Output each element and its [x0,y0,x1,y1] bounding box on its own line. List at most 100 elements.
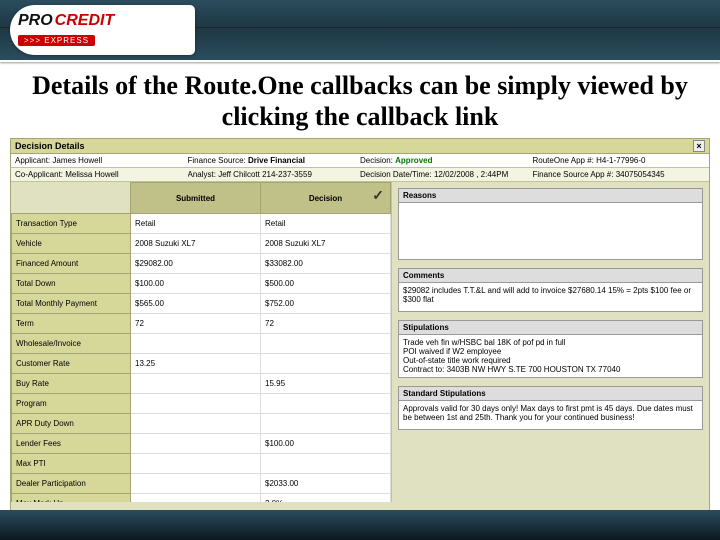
row-submitted: $29082.00 [131,254,261,274]
main-area: Submitted Decision ✓ Transaction TypeRet… [11,182,709,502]
table-row: Transaction TypeRetailRetail [12,214,391,234]
comments-box: Comments $29082 includes T.T.&L and will… [398,268,703,312]
decision-dt-value: 12/02/2008 , 2:44PM [434,170,508,179]
row-label: Lender Fees [12,434,131,454]
row-label: Max PTI [12,454,131,474]
row-label: Wholesale/Invoice [12,334,131,354]
decision-dt-label: Decision Date/Time: [360,170,432,179]
footer-bar [0,510,720,540]
slide-title: Details of the Route.One callbacks can b… [30,70,690,132]
row-decision: $2033.00 [261,474,391,494]
table-row: Customer Rate13.25 [12,354,391,374]
row-label: Total Down [12,274,131,294]
comments-body: $29082 includes T.T.&L and will add to i… [399,283,702,311]
standard-stipulations-box: Standard Stipulations Approvals valid fo… [398,386,703,430]
row-submitted: $100.00 [131,274,261,294]
row-label: Customer Rate [12,354,131,374]
checkmark-icon: ✓ [372,187,384,204]
logo-pro: PRO [18,12,53,29]
row-label: APR Duty Down [12,414,131,434]
row-label: Max Mark Up [12,494,131,503]
row-decision: $500.00 [261,274,391,294]
row-label: Program [12,394,131,414]
row-label: Term [12,314,131,334]
row-decision: Retail [261,214,391,234]
row-label: Dealer Participation [12,474,131,494]
routeone-appid-label: RouteOne App #: [533,156,594,165]
table-row: Vehicle2008 Suzuki XL72008 Suzuki XL7 [12,234,391,254]
row-decision: 2008 Suzuki XL7 [261,234,391,254]
row-label: Transaction Type [12,214,131,234]
row-submitted [131,474,261,494]
stipulations-title: Stipulations [399,321,702,335]
row-label: Total Monthly Payment [12,294,131,314]
table-row: Total Monthly Payment$565.00$752.00 [12,294,391,314]
close-icon[interactable]: × [693,140,705,152]
row-submitted [131,374,261,394]
row-decision [261,394,391,414]
row-submitted [131,334,261,354]
row-label: Financed Amount [12,254,131,274]
decision-details-panel: Decision Details × Applicant: James Howe… [10,138,710,518]
procredit-logo: PROCREDIT >>> EXPRESS [10,5,195,55]
row-submitted [131,454,261,474]
row-submitted: 13.25 [131,354,261,374]
decision-label: Decision: [360,156,393,165]
reasons-box: Reasons [398,188,703,260]
fs-appid-label: Finance Source App #: [533,170,614,179]
comparison-table: Submitted Decision ✓ Transaction TypeRet… [11,182,392,502]
decision-value: Approved [395,156,432,165]
row-decision [261,334,391,354]
row-label: Vehicle [12,234,131,254]
table-row: Term7272 [12,314,391,334]
table-row: Wholesale/Invoice [12,334,391,354]
coapplicant-label: Co-Applicant: [15,170,63,179]
stipulations-body: Trade veh fin w/HSBC bal 18K of pof pd i… [399,335,702,377]
analyst-label: Analyst: [188,170,216,179]
table-row: Total Down$100.00$500.00 [12,274,391,294]
row-decision: $100.00 [261,434,391,454]
row-decision [261,414,391,434]
row-submitted: Retail [131,214,261,234]
row-submitted: 2008 Suzuki XL7 [131,234,261,254]
table-row: Program [12,394,391,414]
stipulations-box: Stipulations Trade veh fin w/HSBC bal 18… [398,320,703,378]
panel-titlebar: Decision Details × [11,139,709,154]
table-row: Dealer Participation $2033.00 [12,474,391,494]
finance-source-value: Drive Financial [248,156,305,165]
comments-title: Comments [399,269,702,283]
row-decision: 72 [261,314,391,334]
col-decision-label: Decision [309,194,342,203]
col-submitted: Submitted [131,183,261,214]
col-decision: Decision ✓ [261,183,391,214]
col-blank [12,183,131,214]
applicant-label: Applicant: [15,156,50,165]
row-decision: $33082.00 [261,254,391,274]
row-submitted: $565.00 [131,294,261,314]
row-decision: 2.0% [261,494,391,503]
routeone-appid-value: H4-1-77996-0 [596,156,645,165]
analyst-value: Jeff Chilcott 214-237-3559 [218,170,312,179]
applicant-value: James Howell [52,156,102,165]
reasons-body [399,203,702,259]
fs-appid-value: 34075054345 [616,170,665,179]
table-row: Max PTI [12,454,391,474]
table-row: APR Duty Down [12,414,391,434]
coapplicant-value: Melissa Howell [65,170,118,179]
row-submitted: 72 [131,314,261,334]
row-submitted [131,434,261,454]
info-row-1: Applicant: James Howell Finance Source: … [11,154,709,168]
logo-credit: CREDIT [55,12,115,29]
row-label: Buy Rate [12,374,131,394]
table-row: Financed Amount$29082.00$33082.00 [12,254,391,274]
right-column: Reasons Comments $29082 includes T.T.&L … [392,182,709,502]
row-decision [261,454,391,474]
row-decision: 15.95 [261,374,391,394]
table-row: Lender Fees $100.00 [12,434,391,454]
reasons-title: Reasons [399,189,702,203]
logo-express: >>> EXPRESS [18,35,95,46]
row-submitted [131,414,261,434]
row-submitted [131,494,261,503]
std-stip-body: Approvals valid for 30 days only! Max da… [399,401,702,429]
info-row-2: Co-Applicant: Melissa Howell Analyst: Je… [11,168,709,182]
